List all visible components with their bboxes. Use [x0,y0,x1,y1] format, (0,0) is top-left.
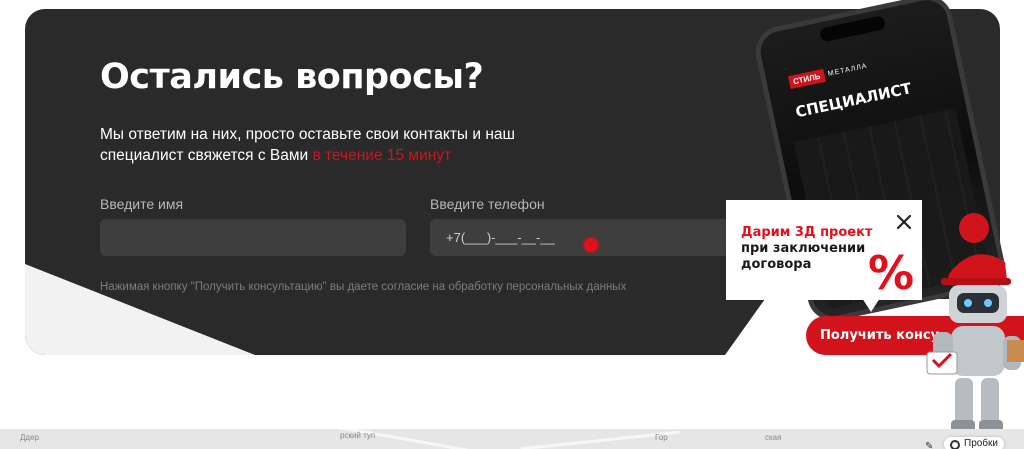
traffic-icon [950,440,960,449]
edit-pencil-icon[interactable]: ✎ [925,441,933,449]
cursor-indicator [584,238,598,252]
page: Остались вопросы? Мы ответим на них, про… [0,0,1024,449]
map-strip[interactable]: Ддер рский туп Гор ская [0,429,1024,449]
robot-mascot-icon [926,254,1024,432]
promo-line-2: при заключении [741,241,866,256]
map-label: рский туп [340,431,376,440]
promo-popup-tail [862,298,880,312]
consent-text: Нажимая кнопку "Получить консультацию" в… [100,281,627,293]
name-input[interactable] [100,219,406,256]
promo-line-3: договора [741,257,812,272]
close-icon[interactable] [893,211,915,233]
phone-label: Введите телефон [430,196,545,212]
map-label: ская [765,433,782,442]
chat-badge-icon[interactable] [959,213,989,243]
map-road [301,429,479,449]
map-label: Гор [655,433,668,442]
phone-input[interactable] [430,219,730,256]
percent-icon: % [868,246,915,300]
description-text: Мы ответим на них, просто оставьте свои … [100,126,515,164]
name-label: Введите имя [100,196,184,212]
page-title: Остались вопросы? [100,57,484,97]
description-highlight: в течение 15 минут [312,147,452,164]
map-label: Ддер [20,433,39,442]
promo-headline: Дарим 3Д проект [741,225,873,240]
form-description: Мы ответим на них, просто оставьте свои … [100,124,560,166]
